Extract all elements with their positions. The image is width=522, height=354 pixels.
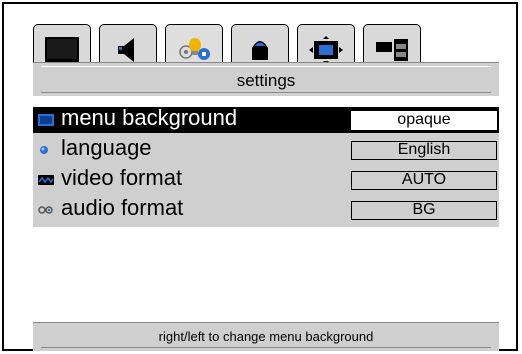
pip-icon: [376, 38, 408, 61]
menu-item-menu-background[interactable]: menu background opaque: [33, 105, 499, 133]
sound-icon: [118, 37, 134, 62]
video-icon: [38, 175, 54, 185]
menu-item-label: audio format: [61, 195, 184, 220]
status-bar: right/left to change menu background: [33, 322, 499, 351]
menu-header: settings: [33, 62, 499, 96]
picture-icon: [45, 36, 79, 63]
channel-icon: [252, 40, 268, 60]
header-divider: [41, 66, 491, 67]
menu-item-audio-format[interactable]: audio format BG: [33, 195, 499, 223]
background-icon: [38, 114, 54, 126]
settings-icon: [179, 37, 210, 60]
screen-format-icon: [309, 35, 343, 64]
menu-item-value[interactable]: BG: [351, 201, 497, 220]
menu-frame: settings menu background opaque language…: [2, 2, 518, 351]
menu-item-label: language: [61, 135, 152, 160]
menu-item-video-format[interactable]: video format AUTO: [33, 165, 499, 193]
settings-menu: menu background opaque language English …: [33, 105, 499, 227]
audio-icon: [38, 206, 53, 214]
header-divider: [41, 92, 491, 93]
page-title: settings: [236, 71, 296, 90]
menu-item-label: menu background: [61, 105, 238, 130]
menu-item-value[interactable]: AUTO: [351, 171, 497, 190]
menu-item-value[interactable]: opaque: [351, 111, 497, 130]
footer-divider: [41, 347, 491, 348]
language-icon: [40, 146, 48, 154]
menu-item-language[interactable]: language English: [33, 135, 499, 163]
menu-item-label: video format: [61, 165, 183, 190]
menu-item-value[interactable]: English: [351, 141, 497, 160]
help-text: right/left to change menu background: [158, 329, 374, 344]
